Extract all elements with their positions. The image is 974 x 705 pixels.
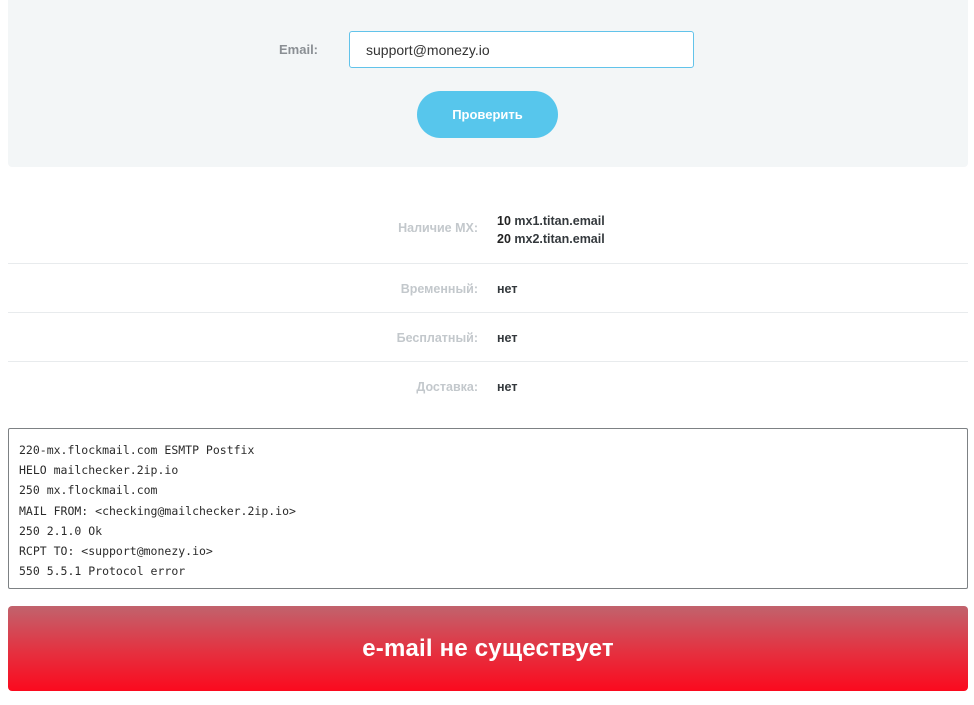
mx-label: Наличие MX: (398, 221, 478, 235)
smtp-log[interactable]: 220-mx.flockmail.com ESMTP Postfix HELO … (8, 428, 968, 589)
delivery-value: нет (497, 380, 518, 394)
log-line: 220-mx.flockmail.com ESMTP Postfix (19, 443, 255, 457)
email-input[interactable] (349, 31, 694, 68)
mx-records: 10 mx1.titan.email 20 mx2.titan.email (497, 212, 605, 248)
temporary-row: Временный: нет (8, 264, 968, 313)
mx-record: 10 mx1.titan.email (497, 212, 605, 230)
temporary-value: нет (497, 282, 518, 296)
mx-priority: 10 (497, 214, 511, 228)
temporary-label: Временный: (400, 282, 478, 296)
results-table: Наличие MX: 10 mx1.titan.email 20 mx2.ti… (8, 196, 968, 410)
free-row: Бесплатный: нет (8, 313, 968, 362)
email-label: Email: (279, 42, 319, 57)
log-line: RCPT TO: <support@monezy.io> (19, 544, 213, 559)
mx-host: mx2.titan.email (514, 232, 605, 246)
log-line: 250 2.1.0 Ok (19, 523, 103, 538)
mx-host: mx1.titan.email (514, 214, 605, 228)
mx-row: Наличие MX: 10 mx1.titan.email 20 mx2.ti… (8, 196, 968, 264)
log-line: 250 mx.flockmail.com (19, 483, 158, 498)
delivery-row: Доставка: нет (8, 362, 968, 410)
log-line: 550 5.5.1 Protocol error (19, 564, 186, 579)
delivery-label: Доставка: (416, 380, 478, 394)
email-check-form: Email: Проверить (8, 0, 968, 167)
log-line: MAIL FROM: <checking@mailchecker.2ip.io> (19, 503, 296, 518)
mx-priority: 20 (497, 232, 511, 246)
free-value: нет (497, 331, 518, 345)
check-button[interactable]: Проверить (417, 91, 558, 138)
mx-record: 20 mx2.titan.email (497, 230, 605, 248)
result-banner: e-mail не существует (8, 606, 968, 691)
free-label: Бесплатный: (396, 331, 478, 345)
log-line: HELO mailchecker.2ip.io (19, 463, 179, 478)
result-text: e-mail не существует (362, 634, 614, 662)
